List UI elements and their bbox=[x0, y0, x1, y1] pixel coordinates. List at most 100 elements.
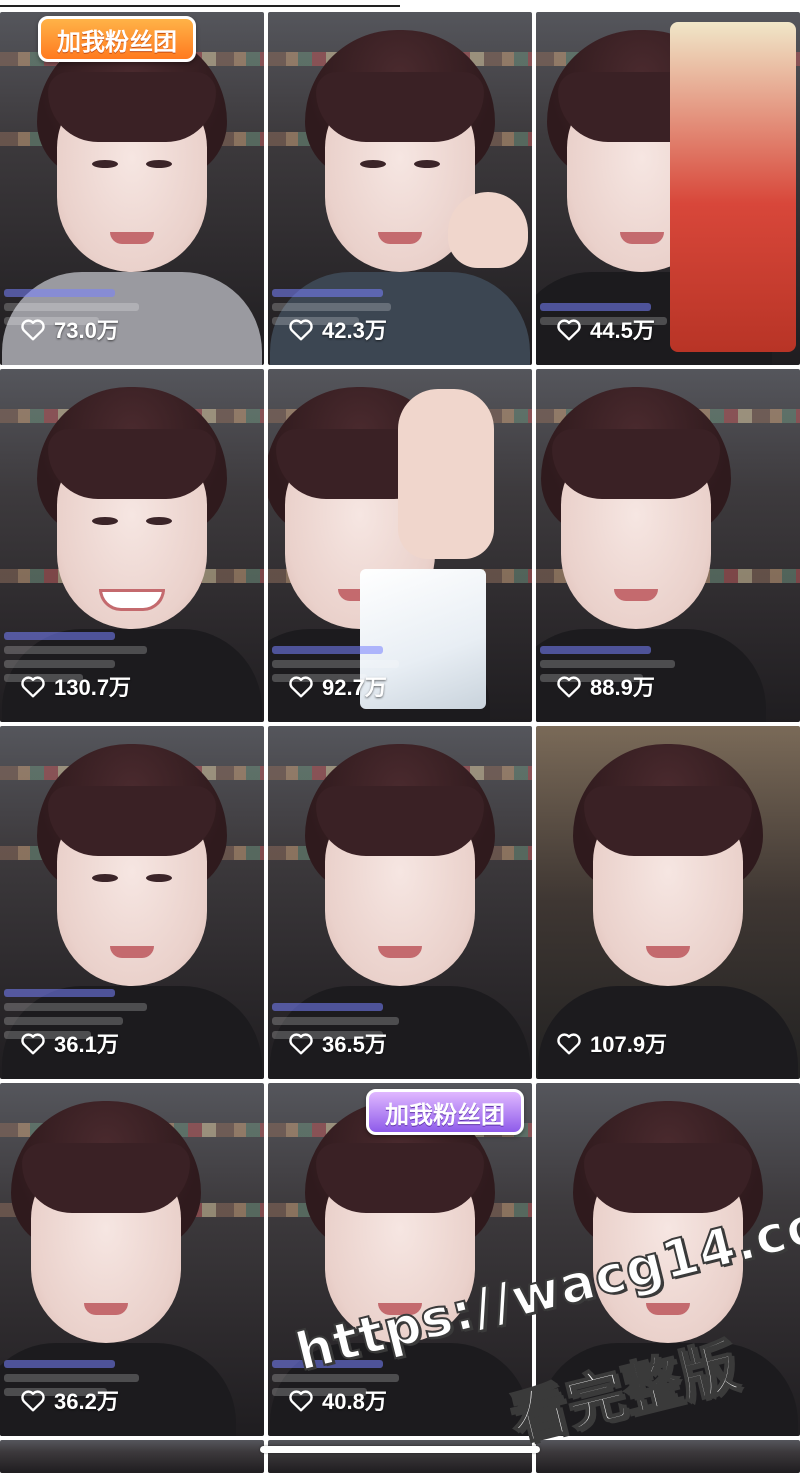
like-count: 36.1万 bbox=[20, 1029, 119, 1057]
comment-line bbox=[4, 660, 115, 668]
streamer-fist bbox=[448, 192, 528, 268]
video-tile[interactable]: 36.2万 bbox=[0, 1083, 264, 1436]
video-tile[interactable]: 42.3万 bbox=[268, 12, 532, 365]
comment-line bbox=[540, 660, 675, 668]
comment-line bbox=[272, 289, 383, 297]
like-count-text: 40.8万 bbox=[322, 1389, 387, 1414]
heart-outline-icon bbox=[20, 674, 46, 698]
like-count-text: 36.2万 bbox=[54, 1389, 119, 1414]
mouth bbox=[378, 232, 422, 244]
video-tile[interactable]: 88.9万 bbox=[536, 369, 800, 722]
streamer-fringe bbox=[584, 1143, 752, 1213]
eye bbox=[414, 160, 440, 168]
comment-line bbox=[272, 303, 391, 311]
like-count-text: 44.5万 bbox=[590, 318, 655, 343]
like-count: 36.2万 bbox=[20, 1386, 119, 1414]
video-grid: 加我粉丝团 73.0万 42.3万 44.5万 130.7万 92.7万 88.… bbox=[0, 12, 800, 1473]
video-tile[interactable]: 36.5万 bbox=[268, 726, 532, 1079]
comment-line bbox=[272, 1374, 399, 1382]
like-count: 36.5万 bbox=[288, 1029, 387, 1057]
like-count-text: 36.1万 bbox=[54, 1032, 119, 1057]
comment-line bbox=[4, 1003, 147, 1011]
like-count: 40.8万 bbox=[288, 1386, 387, 1414]
like-count-text: 107.9万 bbox=[590, 1032, 668, 1057]
like-count-text: 92.7万 bbox=[322, 675, 387, 700]
comment-line bbox=[272, 1017, 399, 1025]
streamer-waving-hand bbox=[398, 389, 494, 559]
mouth bbox=[110, 232, 154, 244]
like-count: 73.0万 bbox=[20, 315, 119, 343]
mouth bbox=[110, 946, 154, 958]
like-count-text: 73.0万 bbox=[54, 318, 119, 343]
heart-outline-icon bbox=[556, 674, 582, 698]
streamer-body bbox=[538, 1343, 798, 1436]
video-tile[interactable]: 加我粉丝团 73.0万 bbox=[0, 12, 264, 365]
video-tile[interactable] bbox=[268, 1440, 532, 1473]
mouth bbox=[614, 589, 659, 601]
comment-line bbox=[4, 1360, 115, 1368]
fan-club-banner[interactable]: 加我粉丝团 bbox=[38, 16, 196, 62]
video-tile[interactable]: 107.9万 bbox=[536, 726, 800, 1079]
mouth bbox=[378, 946, 422, 958]
streamer-fringe bbox=[316, 786, 484, 856]
heart-outline-icon bbox=[20, 1388, 46, 1412]
like-count-text: 36.5万 bbox=[322, 1032, 387, 1057]
streamer-fringe bbox=[552, 429, 721, 499]
mouth bbox=[646, 1303, 690, 1315]
comment-line bbox=[4, 989, 115, 997]
like-count: 130.7万 bbox=[20, 672, 131, 700]
streamer-fringe bbox=[316, 72, 484, 142]
like-count-text: 130.7万 bbox=[54, 675, 132, 700]
heart-outline-icon bbox=[556, 317, 582, 341]
streamer-fringe bbox=[316, 1143, 484, 1213]
video-tile[interactable]: 36.1万 bbox=[0, 726, 264, 1079]
eye bbox=[146, 160, 172, 168]
mouth bbox=[83, 1303, 128, 1315]
video-tile[interactable] bbox=[0, 1440, 264, 1473]
comment-line bbox=[4, 1374, 139, 1382]
heart-outline-icon bbox=[288, 317, 314, 341]
video-tile[interactable]: 92.7万 bbox=[268, 369, 532, 722]
heart-outline-icon bbox=[288, 1031, 314, 1055]
eye bbox=[360, 160, 386, 168]
eye bbox=[92, 874, 118, 882]
heart-outline-icon bbox=[556, 1031, 582, 1055]
mouth bbox=[378, 1303, 422, 1315]
like-count-text: 42.3万 bbox=[322, 318, 387, 343]
video-tile[interactable]: 130.7万 bbox=[0, 369, 264, 722]
eye bbox=[146, 517, 172, 525]
comment-line bbox=[4, 632, 115, 640]
fan-club-banner[interactable]: 加我粉丝团 bbox=[366, 1089, 524, 1135]
comment-line bbox=[540, 303, 651, 311]
eye bbox=[92, 160, 118, 168]
streamer-fringe bbox=[48, 72, 216, 142]
comment-line bbox=[4, 289, 115, 297]
home-indicator[interactable] bbox=[260, 1446, 540, 1453]
video-tile[interactable] bbox=[536, 1083, 800, 1436]
comment-line bbox=[4, 303, 139, 311]
eye bbox=[146, 874, 172, 882]
comment-line bbox=[272, 660, 399, 668]
streamer-fringe bbox=[584, 786, 752, 856]
streamer-fringe bbox=[48, 786, 216, 856]
comment-line bbox=[4, 646, 147, 654]
comment-line bbox=[540, 646, 651, 654]
comment-line bbox=[272, 1360, 383, 1368]
eye bbox=[92, 517, 118, 525]
mouth bbox=[646, 946, 690, 958]
like-count: 88.9万 bbox=[556, 672, 655, 700]
video-tile[interactable]: 44.5万 bbox=[536, 12, 800, 365]
heart-outline-icon bbox=[20, 317, 46, 341]
status-bar bbox=[0, 0, 800, 12]
top-progress-line bbox=[0, 5, 400, 7]
heart-outline-icon bbox=[288, 674, 314, 698]
video-tile[interactable] bbox=[536, 1440, 800, 1473]
video-tile[interactable]: 加我粉丝团 40.8万 bbox=[268, 1083, 532, 1436]
heart-outline-icon bbox=[288, 1388, 314, 1412]
comment-line bbox=[272, 646, 383, 654]
like-count: 92.7万 bbox=[288, 672, 387, 700]
comment-line bbox=[272, 1003, 383, 1011]
streamer-fringe bbox=[21, 1143, 190, 1213]
like-count: 107.9万 bbox=[556, 1029, 667, 1057]
like-count-text: 88.9万 bbox=[590, 675, 655, 700]
